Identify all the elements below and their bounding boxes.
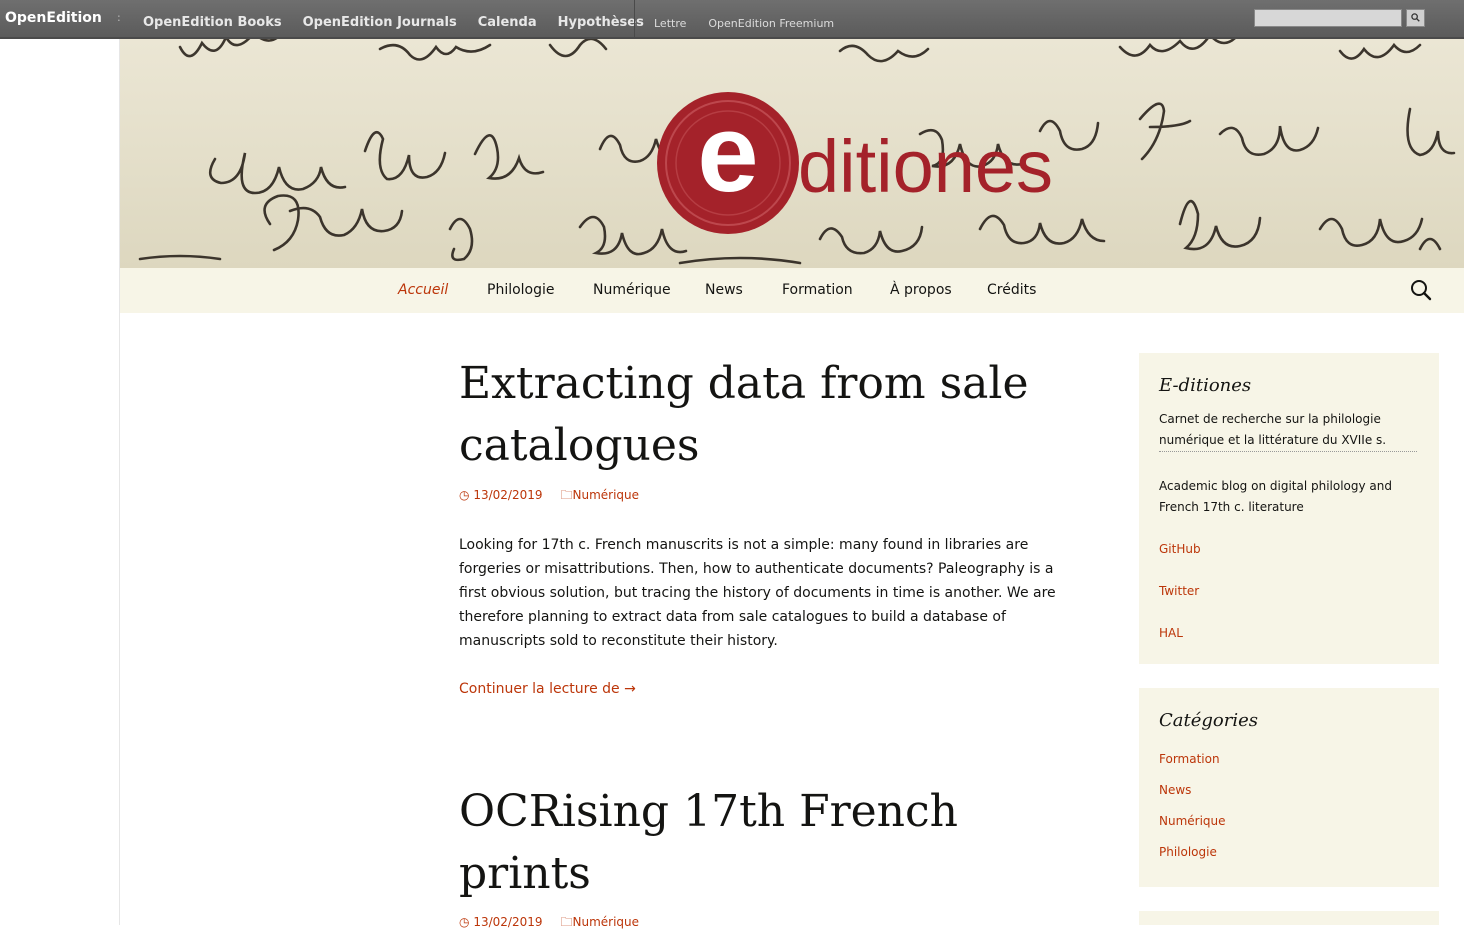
post-article: OCRising 17th French prints: [459, 781, 1069, 905]
link-hypotheses[interactable]: Hypothèses: [558, 15, 644, 30]
post-meta: ◷ 13/02/2019 🗀Numérique: [459, 486, 1069, 507]
nav-item-numerique[interactable]: Numérique: [593, 282, 671, 298]
site-header-banner[interactable]: e ditiones: [120, 39, 1464, 268]
logo-wordmark: ditiones: [798, 125, 1053, 208]
nav-item-a-propos[interactable]: À propos: [890, 282, 952, 298]
post-meta: ◷ 13/02/2019 🗀Numérique: [459, 913, 1069, 934]
openedition-platform-links: OpenEdition Books OpenEdition Journals Cal…: [143, 11, 665, 30]
post-date-link[interactable]: ◷ 13/02/2019: [459, 915, 542, 929]
link-openedition-books[interactable]: OpenEdition Books: [143, 15, 282, 30]
widget-title: E-ditiones: [1159, 375, 1252, 396]
nav-item-formation[interactable]: Formation: [782, 282, 853, 298]
topbar-divider: [634, 0, 635, 37]
about-text-fr: Carnet de recherche sur la philologie nu…: [1159, 412, 1387, 447]
about-text-en: Academic blog on digital philology and F…: [1159, 479, 1392, 514]
category-link-philologie[interactable]: Philologie: [1159, 845, 1217, 859]
post-excerpt: Looking for 17th c. French manuscrits is…: [459, 537, 1056, 649]
post-date: 13/02/2019: [473, 488, 543, 502]
post-date: 13/02/2019: [473, 915, 543, 929]
hal-link[interactable]: HAL: [1159, 626, 1183, 640]
post-title[interactable]: Extracting data from sale catalogues: [459, 353, 1069, 477]
manuscript-background: e ditiones: [138, 39, 1456, 265]
twitter-link[interactable]: Twitter: [1159, 584, 1199, 598]
widget-title: Catégories: [1159, 710, 1258, 731]
search-icon[interactable]: [1410, 279, 1432, 301]
category-link-formation[interactable]: Formation: [1159, 752, 1220, 766]
clock-icon: ◷: [459, 915, 470, 929]
next-widget: [1139, 911, 1439, 925]
post-category-link[interactable]: 🗀Numérique: [560, 915, 639, 929]
topbar-search-input[interactable]: [1254, 9, 1402, 27]
post-title[interactable]: OCRising 17th French prints: [459, 781, 1069, 905]
link-calenda[interactable]: Calenda: [478, 15, 537, 30]
folder-icon: 🗀: [560, 488, 573, 502]
divider: [1159, 451, 1417, 452]
topbar-search-button[interactable]: [1406, 9, 1425, 27]
brand-separator: :: [117, 11, 121, 24]
main-navigation: Accueil Philologie Numérique News Format…: [120, 268, 1464, 313]
openedition-sub-links: Lettre OpenEdition Freemium: [654, 12, 856, 31]
editiones-logo: e ditiones: [657, 92, 1053, 234]
search-icon: [1411, 13, 1420, 22]
link-freemium[interactable]: OpenEdition Freemium: [708, 17, 834, 30]
post-category: Numérique: [572, 915, 640, 929]
openedition-brand-link[interactable]: OpenEdition: [5, 10, 102, 26]
categories-widget: Catégories Formation News Numérique Phil…: [1139, 688, 1439, 887]
about-widget: E-ditiones Carnet de recherche sur la ph…: [1139, 353, 1439, 664]
nav-item-accueil[interactable]: Accueil: [398, 282, 448, 298]
logo-letter-e: e: [697, 92, 758, 215]
github-link[interactable]: GitHub: [1159, 542, 1201, 556]
category-link-news[interactable]: News: [1159, 783, 1191, 797]
nav-item-philologie[interactable]: Philologie: [487, 282, 555, 298]
folder-icon: 🗀: [560, 915, 573, 929]
link-lettre[interactable]: Lettre: [654, 17, 686, 30]
post-category: Numérique: [572, 488, 640, 502]
clock-icon: ◷: [459, 488, 470, 502]
nav-item-news[interactable]: News: [705, 282, 743, 298]
continue-reading-link[interactable]: Continuer la lecture de →: [459, 681, 1069, 697]
post-category-link[interactable]: 🗀Numérique: [560, 488, 639, 502]
link-openedition-journals[interactable]: OpenEdition Journals: [303, 15, 457, 30]
post-article: Extracting data from sale catalogues: [459, 353, 1069, 477]
nav-item-credits[interactable]: Crédits: [987, 282, 1036, 298]
openedition-topbar: OpenEdition : OpenEdition Books OpenEditi…: [0, 0, 1464, 39]
category-link-numerique[interactable]: Numérique: [1159, 814, 1226, 828]
post-date-link[interactable]: ◷ 13/02/2019: [459, 488, 542, 502]
